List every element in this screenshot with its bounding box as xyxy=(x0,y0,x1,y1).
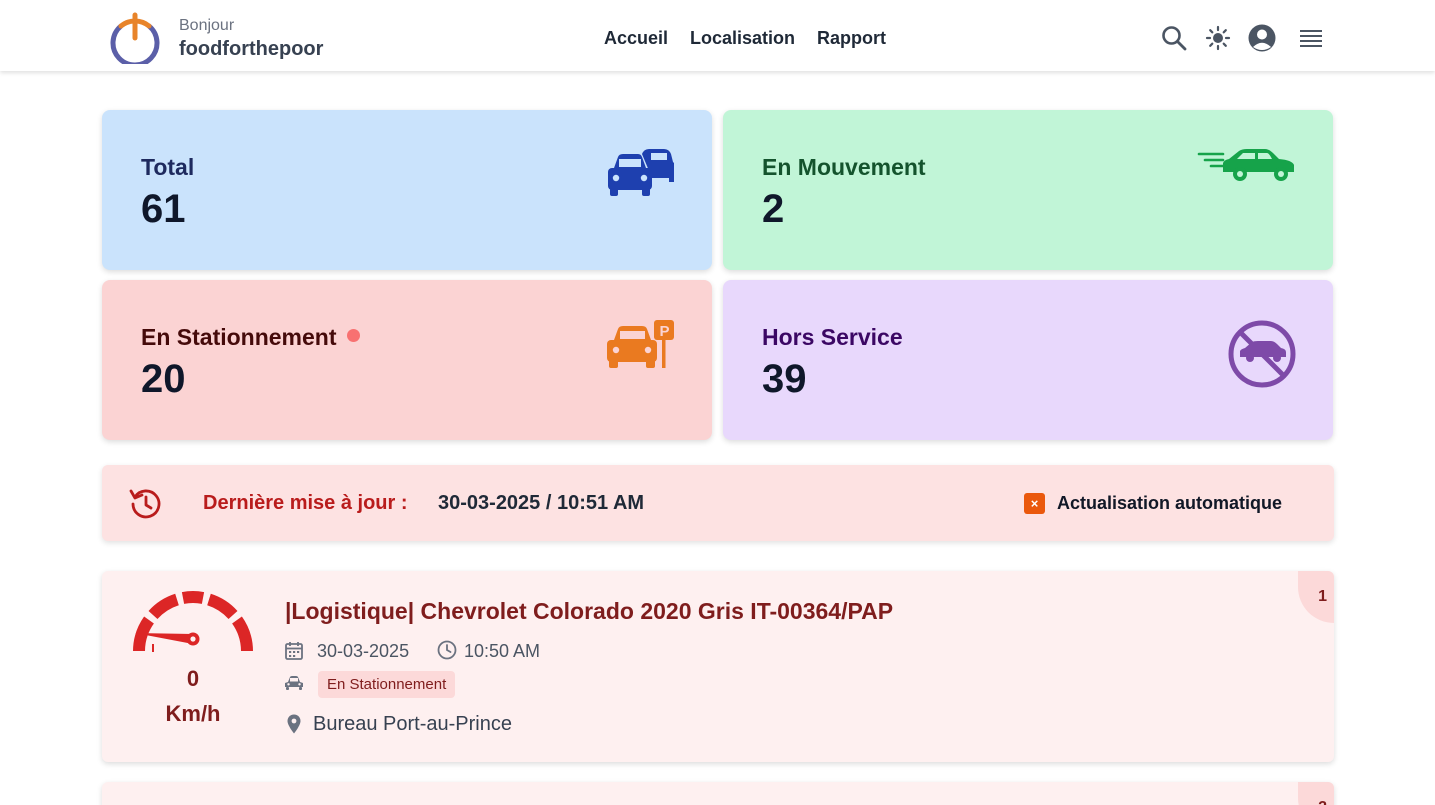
card-en-stationnement-label: En Stationnement xyxy=(141,324,337,350)
card-en-mouvement-title: En Mouvement xyxy=(762,154,926,180)
card-total-value: 61 xyxy=(141,187,186,231)
vehicle-status-badge: En Stationnement xyxy=(318,671,456,698)
auto-refresh-checkbox[interactable]: × xyxy=(1024,493,1045,514)
vehicle-list-item[interactable]: 1 0 Km/h |Logistique| Chevrolet Colorado… xyxy=(102,571,1334,762)
refresh-clock-icon[interactable] xyxy=(129,487,163,526)
app-header: Bonjour foodforthepoor Accueil Localisat… xyxy=(0,0,1435,71)
svg-text:P: P xyxy=(660,323,670,340)
card-total-title: Total xyxy=(141,154,195,180)
nav-accueil[interactable]: Accueil xyxy=(604,28,668,49)
search-icon[interactable] xyxy=(1160,24,1188,52)
username-text: foodforthepoor xyxy=(179,38,324,60)
calendar-icon xyxy=(285,641,303,665)
last-update-value: 30-03-2025 / 10:51 AM xyxy=(438,492,645,514)
vehicle-date: 30-03-2025 xyxy=(317,641,410,661)
status-dot xyxy=(346,329,360,343)
vehicle-location: Bureau Port-au-Prince xyxy=(313,713,512,735)
card-en-stationnement-title: En Stationnement xyxy=(141,324,360,351)
card-hors-service-value: 39 xyxy=(762,357,807,401)
brightness-icon[interactable] xyxy=(1204,24,1232,52)
nav-rapport[interactable]: Rapport xyxy=(817,28,886,49)
account-icon[interactable] xyxy=(1248,24,1276,52)
vehicle-time: 10:50 AM xyxy=(464,641,541,661)
cars-icon xyxy=(606,148,676,203)
moving-car-icon xyxy=(1197,146,1297,189)
app-logo[interactable] xyxy=(108,12,162,68)
vehicle-list-item[interactable]: 2 xyxy=(102,782,1334,805)
card-hors-service[interactable]: Hors Service 39 xyxy=(723,280,1333,440)
last-update-bar: Dernière mise à jour : 30-03-2025 / 10:5… xyxy=(102,465,1334,541)
car-status-icon xyxy=(284,675,304,696)
card-total[interactable]: Total 61 xyxy=(102,110,712,270)
vehicle-title[interactable]: |Logistique| Chevrolet Colorado 2020 Gri… xyxy=(285,598,893,625)
vehicle-index-badge: 2 xyxy=(1298,782,1334,805)
greeting-text: Bonjour xyxy=(179,17,235,34)
card-hors-service-title: Hors Service xyxy=(762,324,903,350)
vehicle-index-badge: 1 xyxy=(1298,571,1334,623)
speedometer-icon xyxy=(133,591,253,657)
auto-refresh-label[interactable]: Actualisation automatique xyxy=(1057,493,1282,514)
location-pin-icon xyxy=(287,714,301,739)
card-en-mouvement-value: 2 xyxy=(762,187,785,231)
nav-localisation[interactable]: Localisation xyxy=(690,28,795,49)
card-en-stationnement[interactable]: En Stationnement 20 P xyxy=(102,280,712,440)
speed-value: 0 xyxy=(186,666,200,691)
speed-unit: Km/h xyxy=(165,701,221,726)
card-en-stationnement-value: 20 xyxy=(141,357,186,401)
card-en-mouvement[interactable]: En Mouvement 2 xyxy=(723,110,1333,270)
clock-icon xyxy=(437,640,457,665)
menu-icon[interactable] xyxy=(1296,24,1324,52)
parked-car-icon: P xyxy=(606,318,676,375)
no-car-icon xyxy=(1227,319,1297,394)
last-update-label: Dernière mise à jour : xyxy=(203,492,408,514)
